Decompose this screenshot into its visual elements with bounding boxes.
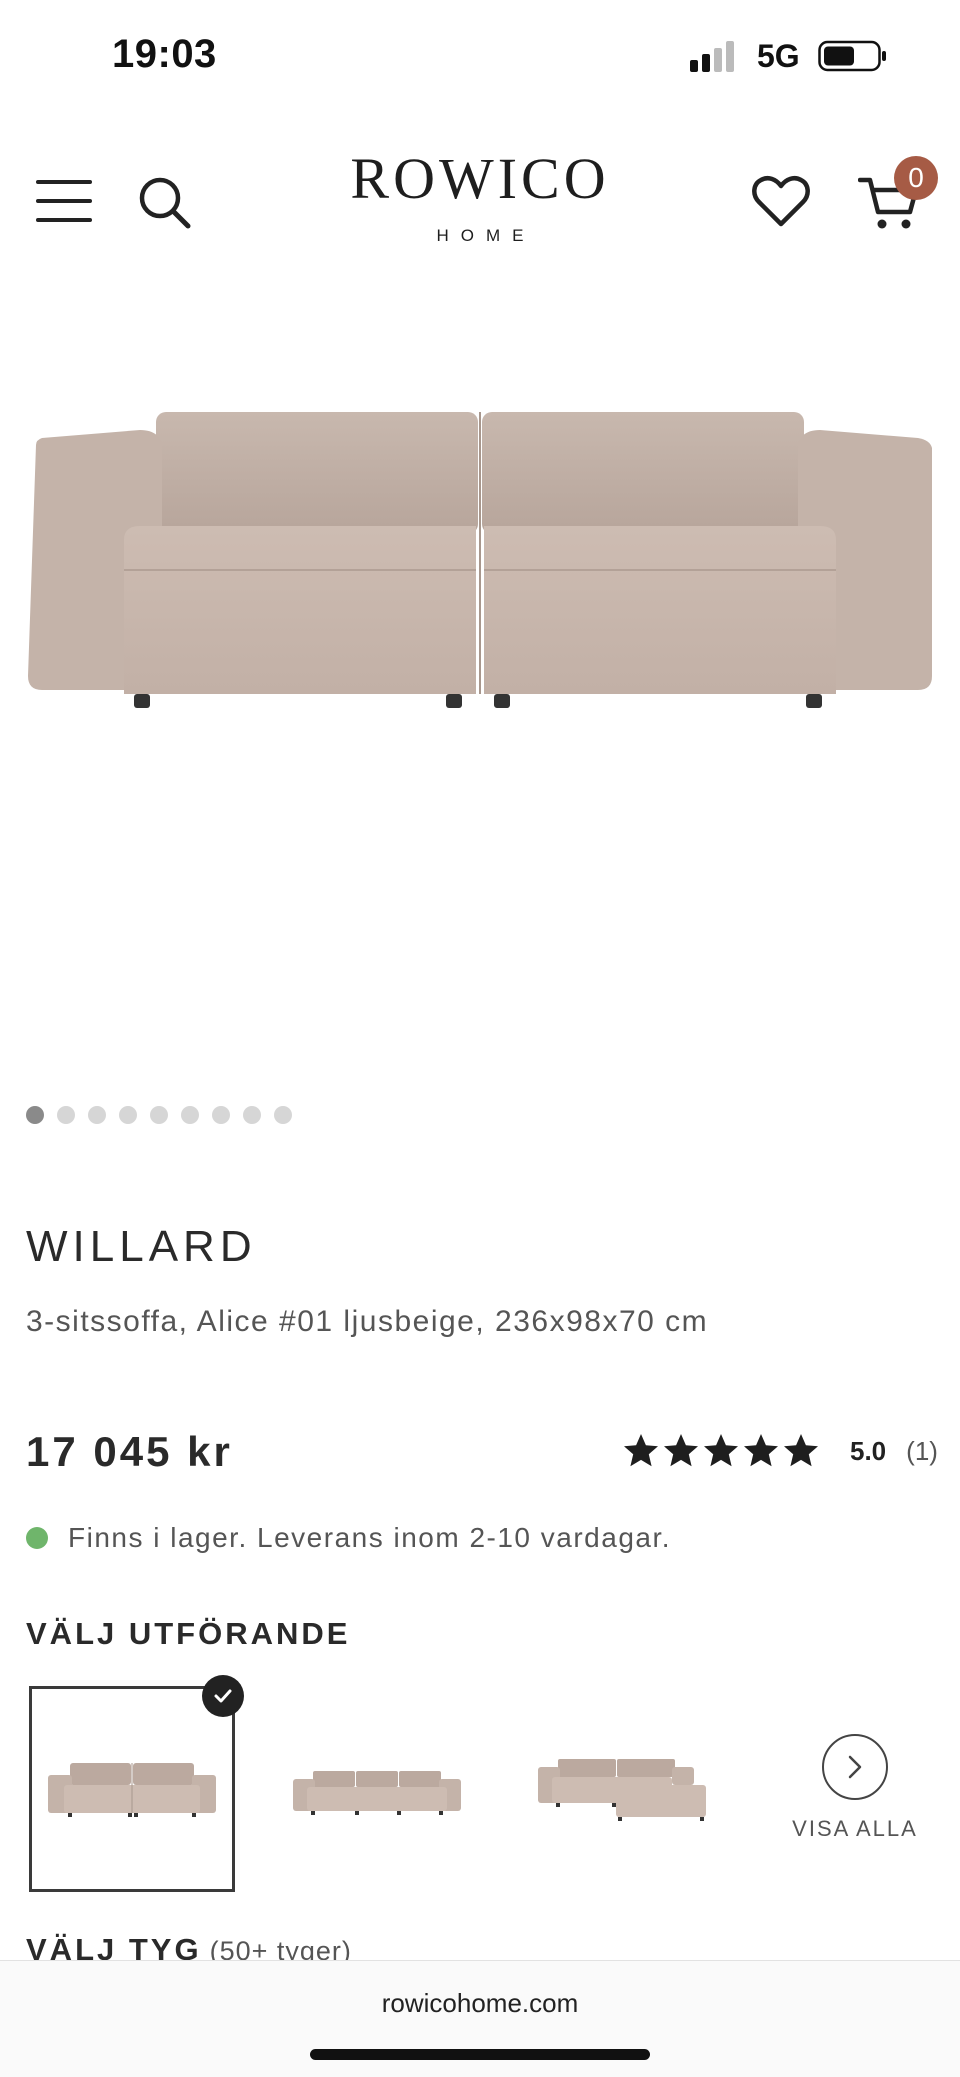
- battery-icon: [818, 40, 886, 72]
- rating-count: (1): [906, 1435, 938, 1466]
- star-icon: [784, 1434, 818, 1467]
- status-time: 19:03: [112, 32, 217, 76]
- sofa-3-module-icon: [293, 1771, 461, 1815]
- corner-sofa-icon: [538, 1759, 706, 1821]
- selected-check-icon: [202, 1675, 244, 1717]
- image-dot-7[interactable]: [212, 1106, 230, 1124]
- image-dot-8[interactable]: [243, 1106, 261, 1124]
- logo-wordmark: ROWICO: [350, 146, 610, 211]
- variant-option-3[interactable]: [519, 1686, 725, 1892]
- star-icon: [704, 1434, 738, 1467]
- in-stock-indicator: [26, 1527, 48, 1549]
- chevron-right-icon: [822, 1734, 888, 1800]
- product-image[interactable]: [20, 400, 940, 730]
- variant-option-1[interactable]: [29, 1686, 235, 1892]
- image-dot-4[interactable]: [119, 1106, 137, 1124]
- image-dot-5[interactable]: [150, 1106, 168, 1124]
- image-dot-3[interactable]: [88, 1106, 106, 1124]
- cart-count-badge: 0: [894, 156, 938, 200]
- heart-icon[interactable]: [752, 174, 810, 230]
- image-dot-9[interactable]: [274, 1106, 292, 1124]
- product-rating[interactable]: 5.0 (1): [622, 1432, 938, 1470]
- status-bar: 19:03 5G: [0, 0, 960, 115]
- variants-title: VÄLJ UTFÖRANDE: [26, 1616, 351, 1651]
- rating-stars: [622, 1432, 820, 1470]
- menu-icon[interactable]: [36, 178, 94, 224]
- rating-value: 5.0: [850, 1435, 887, 1466]
- stock-text: Finns i lager. Leverans inom 2-10 vardag…: [68, 1522, 672, 1553]
- browser-address-bar: rowicohome.com: [0, 1960, 960, 2077]
- network-label: 5G: [757, 38, 800, 74]
- home-indicator[interactable]: [310, 2049, 650, 2060]
- star-icon: [664, 1434, 698, 1467]
- search-icon[interactable]: [136, 174, 192, 230]
- site-header: ROWICO HOME 0: [0, 140, 960, 270]
- product-name: WILLARD: [26, 1222, 257, 1271]
- image-dot-6[interactable]: [181, 1106, 199, 1124]
- logo-subline: HOME: [436, 226, 536, 245]
- variant-option-2[interactable]: [274, 1686, 480, 1892]
- show-all-variants-button[interactable]: VISA ALLA: [790, 1734, 920, 1842]
- sofa-2-module-icon: [48, 1763, 216, 1817]
- product-description: 3-sitssoffa, Alice #01 ljusbeige, 236x98…: [26, 1305, 709, 1338]
- brand-logo[interactable]: ROWICO HOME: [330, 150, 630, 246]
- stock-status: Finns i lager. Leverans inom 2-10 vardag…: [26, 1522, 671, 1554]
- product-price: 17 045 kr: [26, 1428, 233, 1475]
- star-icon: [744, 1434, 778, 1467]
- image-pagination: [26, 1106, 292, 1124]
- image-dot-1[interactable]: [26, 1106, 44, 1124]
- signal-icon: [690, 41, 734, 72]
- star-icon: [624, 1434, 658, 1467]
- show-all-label: VISA ALLA: [792, 1816, 918, 1841]
- url-label[interactable]: rowicohome.com: [0, 1988, 960, 2019]
- image-dot-2[interactable]: [57, 1106, 75, 1124]
